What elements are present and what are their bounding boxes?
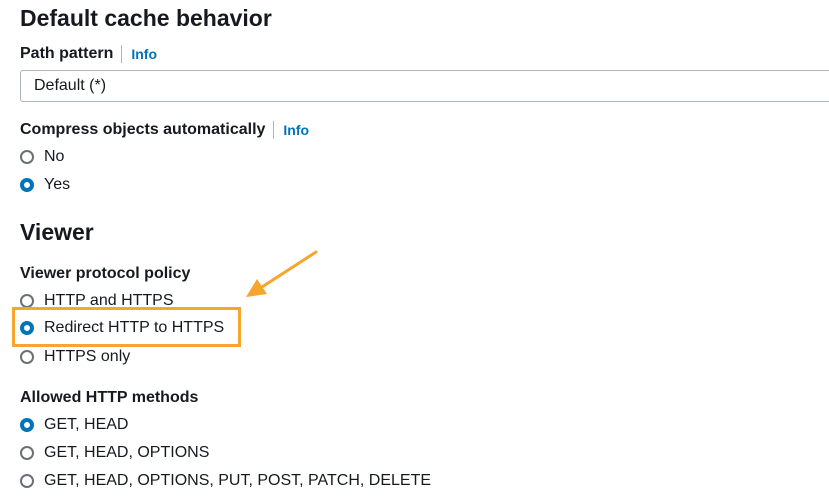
- methods-option-all[interactable]: GET, HEAD, OPTIONS, PUT, POST, PATCH, DE…: [20, 471, 431, 491]
- radio-selected-icon[interactable]: [20, 418, 34, 432]
- radio-unselected-icon[interactable]: [20, 294, 34, 308]
- path-pattern-label-row: Path pattern Info: [20, 44, 157, 64]
- methods-option-get-head[interactable]: GET, HEAD: [20, 415, 128, 435]
- compress-option-yes[interactable]: Yes: [20, 175, 70, 195]
- allowed-methods-label-row: Allowed HTTP methods: [20, 388, 198, 408]
- radio-label: Yes: [44, 176, 71, 193]
- section-heading-cache: Default cache behavior: [20, 5, 272, 31]
- radio-unselected-icon[interactable]: [20, 350, 34, 364]
- radio-label: HTTPS only: [44, 348, 131, 365]
- protocol-policy-label-row: Viewer protocol policy: [20, 264, 190, 284]
- path-pattern-label: Path pattern: [20, 45, 114, 62]
- compress-label: Compress objects automatically: [20, 121, 266, 138]
- compress-info-link[interactable]: Info: [283, 120, 309, 140]
- radio-label: GET, HEAD: [44, 416, 129, 433]
- path-pattern-select[interactable]: Default (*): [20, 70, 829, 102]
- section-heading-viewer: Viewer: [20, 219, 94, 245]
- annotation-highlight-box: [12, 307, 241, 347]
- compress-option-no[interactable]: No: [20, 147, 64, 167]
- label-separator: [121, 45, 123, 63]
- label-separator: [273, 121, 275, 139]
- methods-option-get-head-options[interactable]: GET, HEAD, OPTIONS: [20, 443, 209, 463]
- protocol-option-https-only[interactable]: HTTPS only: [20, 347, 130, 367]
- allowed-methods-label: Allowed HTTP methods: [20, 389, 199, 406]
- path-pattern-info-link[interactable]: Info: [131, 44, 157, 64]
- protocol-policy-label: Viewer protocol policy: [20, 265, 191, 282]
- path-pattern-value: Default (*): [34, 77, 107, 94]
- radio-unselected-icon[interactable]: [20, 474, 34, 488]
- radio-label: GET, HEAD, OPTIONS, PUT, POST, PATCH, DE…: [44, 472, 432, 489]
- radio-unselected-icon[interactable]: [20, 150, 34, 164]
- radio-unselected-icon[interactable]: [20, 446, 34, 460]
- compress-label-row: Compress objects automatically Info: [20, 120, 309, 140]
- radio-label: No: [44, 148, 65, 165]
- radio-selected-icon[interactable]: [20, 178, 34, 192]
- radio-label: GET, HEAD, OPTIONS: [44, 444, 210, 461]
